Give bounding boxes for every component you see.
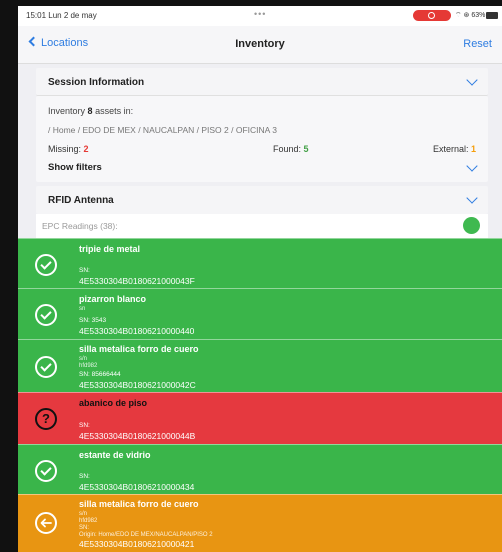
asset-name: estante de vidrio — [79, 450, 151, 460]
asset-epc: 4E5330304B0180621000042C — [79, 380, 196, 390]
asset-name: silla metalica forro de cuero — [79, 344, 199, 354]
asset-detail: hfd982 — [79, 363, 98, 369]
chevron-down-icon[interactable] — [466, 160, 478, 172]
asset-sn: SN: — [79, 422, 90, 429]
page-title: Inventory — [235, 38, 285, 50]
list-item[interactable]: pizarron blanco sn SN: 3543 4E5330304B01… — [18, 288, 502, 339]
chevron-down-icon — [466, 192, 478, 204]
session-info-toggle[interactable]: Session Information — [36, 68, 488, 96]
navigation-bar: Locations Inventory Reset — [18, 26, 502, 64]
asset-sn: SN: — [79, 267, 90, 274]
asset-name: tripie de metal — [79, 244, 141, 254]
external-label: External: — [432, 144, 469, 154]
list-item[interactable]: estante de vidrio SN: 4E5330304B01806210… — [18, 444, 502, 494]
asset-detail: s/n — [79, 511, 88, 517]
asset-sn: SN: — [79, 473, 90, 480]
session-info-title: Session Information — [48, 77, 145, 88]
asset-name: pizarron blanco — [79, 294, 147, 304]
asset-detail: hfd982 — [79, 518, 98, 524]
battery-icon — [486, 12, 498, 19]
asset-name: silla metalica forro de cuero — [79, 499, 199, 509]
missing-stat: Missing: 2 — [48, 144, 89, 154]
asset-epc: 4E5330304B0180621000044B — [79, 431, 196, 441]
chevron-down-icon — [466, 74, 478, 86]
epc-readings-label: EPC Readings (38): — [42, 221, 118, 231]
asset-epc: 4E5330304B01806210000440 — [79, 326, 195, 336]
check-circle-icon — [35, 254, 57, 276]
asset-sn: SN: 3543 — [79, 317, 107, 324]
list-item[interactable]: ? abanico de piso SN: 4E5330304B01806210… — [18, 392, 502, 444]
asset-origin: Origin: Home/EDO DE MEX/NAUCALPAN/PISO 2 — [79, 532, 213, 538]
reader-status-indicator[interactable] — [463, 217, 480, 234]
asset-name: abanico de piso — [79, 398, 148, 408]
found-stat: Found: 5 — [273, 144, 309, 154]
check-circle-icon — [35, 304, 57, 326]
status-time: 15:01 Lun 2 de may — [26, 11, 97, 20]
asset-epc: 4E5330304B01806210000434 — [79, 482, 195, 492]
asset-detail: s/n — [79, 356, 88, 362]
asset-detail: SN: — [79, 525, 90, 531]
epc-readings-row: EPC Readings (38): — [36, 214, 488, 238]
external-stat: External: 1 — [433, 144, 476, 154]
found-label: Found: — [273, 144, 302, 154]
screen-recording-icon — [413, 10, 451, 21]
show-filters-button[interactable]: Show filters — [48, 162, 102, 173]
asset-sn: SN: 85666444 — [79, 371, 121, 378]
missing-count: 2 — [83, 144, 89, 154]
check-circle-icon — [35, 460, 57, 482]
asset-count: 8 — [87, 106, 93, 116]
external-count: 1 — [470, 144, 476, 154]
ipad-screen: 15:01 Lun 2 de may ••• ⌔ ⊛ 63% Locations… — [18, 6, 502, 552]
list-item[interactable]: silla metalica forro de cuero s/n hfd982… — [18, 494, 502, 552]
summary-prefix: Inventory — [48, 106, 86, 116]
multitasking-dots[interactable]: ••• — [254, 9, 266, 19]
summary-suffix: assets in: — [95, 106, 134, 116]
asset-epc: 4E5330304B0180621000043F — [79, 276, 195, 286]
list-item[interactable]: tripie de metal SN: 4E5330304B0180621000… — [18, 238, 502, 288]
reset-button[interactable]: Reset — [463, 38, 492, 50]
list-item[interactable]: silla metalica forro de cuero s/n hfd982… — [18, 339, 502, 392]
missing-label: Missing: — [48, 144, 82, 154]
asset-detail: sn — [79, 306, 86, 312]
found-count: 5 — [303, 144, 309, 154]
check-circle-icon — [35, 356, 57, 378]
question-circle-icon: ? — [35, 408, 57, 430]
status-bar: 15:01 Lun 2 de may ••• ⌔ ⊛ 63% — [18, 6, 502, 26]
session-info-panel: Inventory 8 assets in: / Home / EDO DE M… — [36, 96, 488, 182]
rfid-antenna-toggle[interactable]: RFID Antenna — [36, 186, 488, 214]
location-path: / Home / EDO DE MEX / NAUCALPAN / PISO 2… — [48, 125, 277, 135]
inventory-header: Session Information Inventory 8 assets i… — [18, 64, 502, 238]
asset-list: tripie de metal SN: 4E5330304B0180621000… — [18, 238, 502, 552]
asset-epc: 4E5330304B01806210000421 — [79, 539, 195, 549]
inventory-summary: Inventory 8 assets in: — [48, 106, 133, 116]
rfid-antenna-title: RFID Antenna — [48, 195, 114, 206]
status-system: ⌔ ⊛ 63% — [455, 12, 486, 19]
arrow-left-circle-icon — [35, 512, 57, 534]
